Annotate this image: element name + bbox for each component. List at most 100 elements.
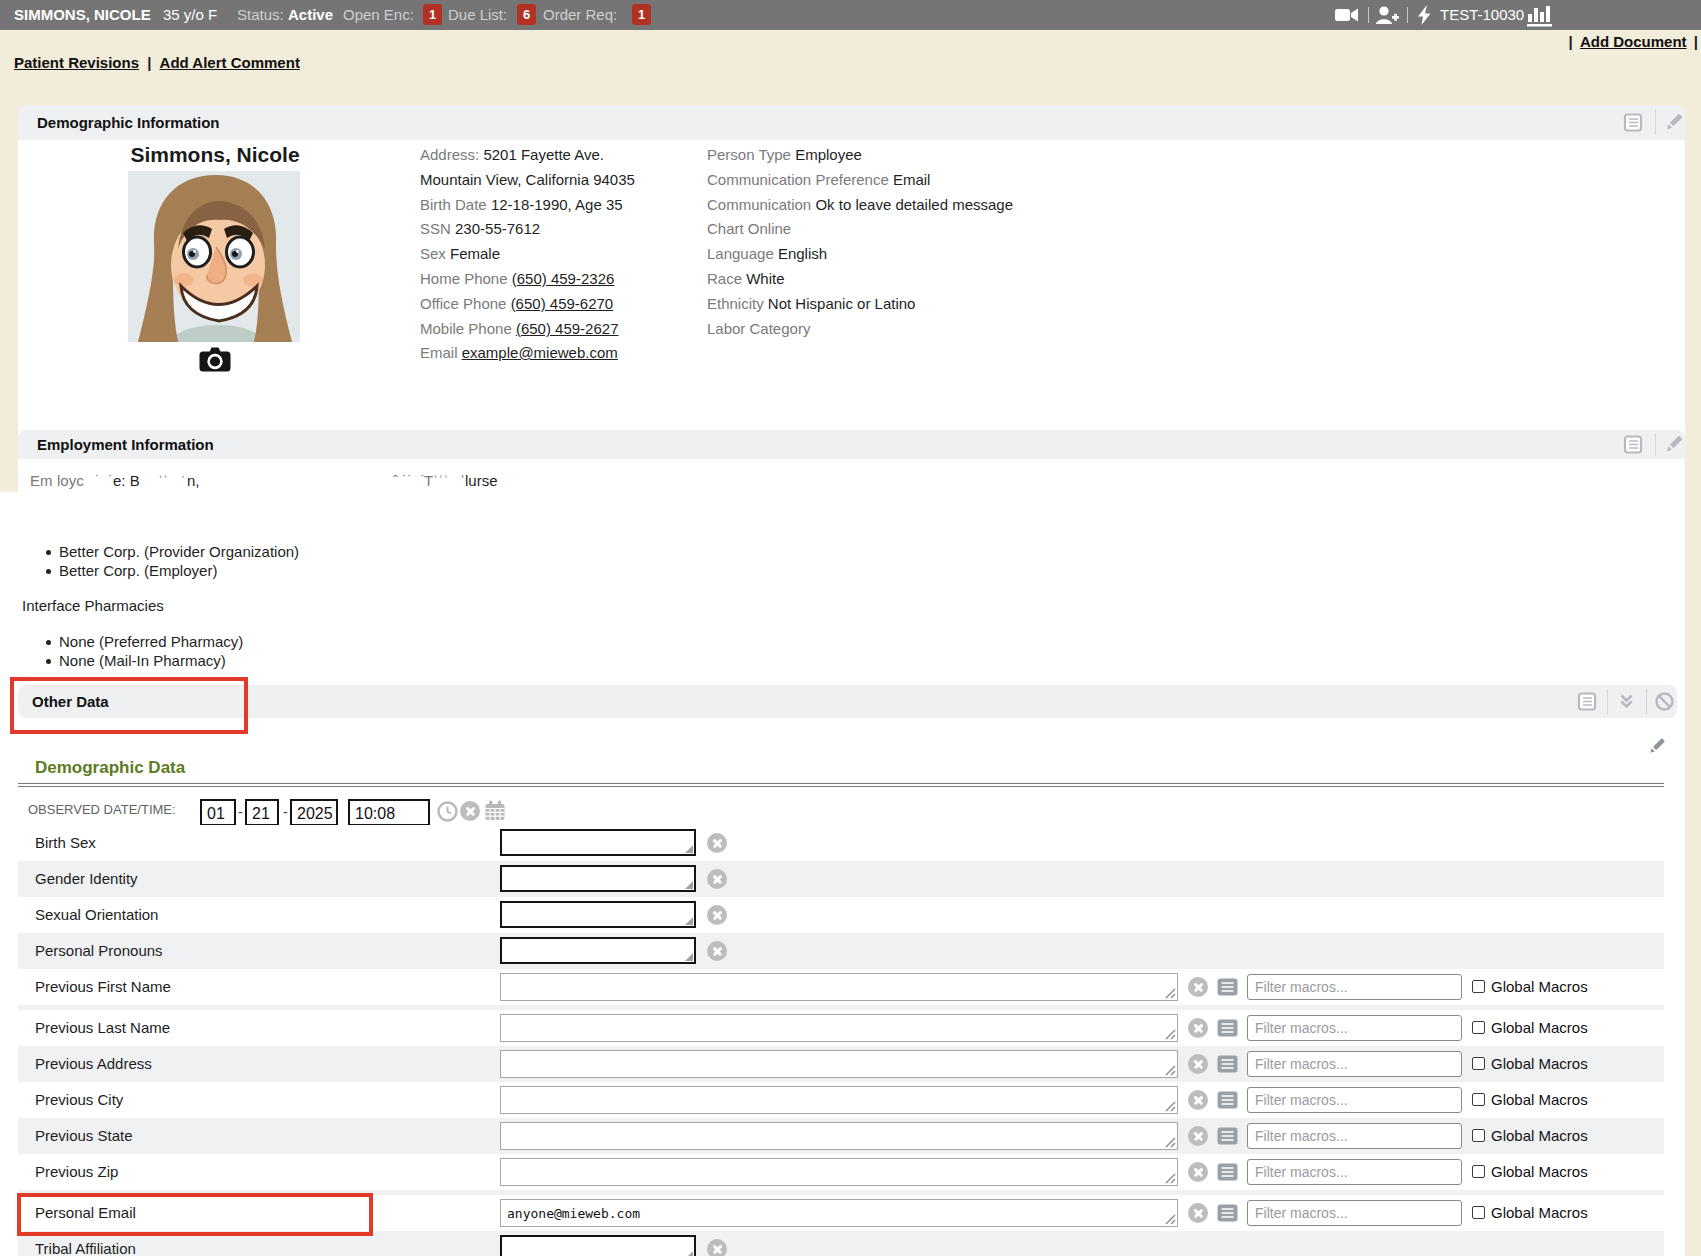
field-textarea[interactable]	[500, 973, 1178, 1001]
time-picker-icon[interactable]	[437, 801, 458, 825]
global-macros-checkbox[interactable]	[1472, 1206, 1485, 1219]
field-input[interactable]	[500, 829, 696, 856]
clear-date-icon[interactable]	[460, 801, 480, 821]
field-textarea[interactable]	[500, 1014, 1178, 1042]
employment-text-fragment: ˈʾ ˈ	[158, 472, 186, 489]
observed-time-input[interactable]: 10:08	[348, 799, 430, 826]
field-textarea[interactable]	[500, 1086, 1178, 1114]
field-input[interactable]	[500, 1235, 696, 1256]
clear-field-icon[interactable]	[1188, 1203, 1208, 1223]
interface-pharmacies-heading: Interface Pharmacies	[22, 597, 164, 614]
contact-link[interactable]: (650) 459-2326	[512, 270, 615, 287]
calendar-icon[interactable]	[484, 800, 506, 825]
field-value: Not Hispanic or Latino	[768, 295, 916, 312]
macro-list-icon[interactable]	[1217, 978, 1238, 999]
field-value: White	[746, 270, 784, 287]
open-enc-label[interactable]: Open Enc:	[343, 6, 414, 23]
field-label: Previous First Name	[35, 978, 171, 995]
clear-field-icon[interactable]	[1188, 1054, 1208, 1074]
filter-macros-input[interactable]	[1247, 1015, 1462, 1041]
video-call-icon[interactable]	[1335, 7, 1359, 26]
disable-section-icon[interactable]	[1653, 690, 1676, 716]
add-person-icon[interactable]	[1375, 5, 1399, 28]
add-document-link[interactable]: Add Document	[1580, 33, 1687, 50]
global-macros-checkbox[interactable]	[1472, 1165, 1485, 1178]
edit-pencil-icon[interactable]	[1663, 111, 1685, 136]
print-chart-icon[interactable]	[1576, 690, 1599, 716]
demographic-field: Birth Date 12-18-1990, Age 35	[420, 196, 623, 213]
macro-list-icon[interactable]	[1217, 1019, 1238, 1040]
clear-field-icon[interactable]	[707, 833, 727, 853]
form-row: Previous State Global Macros	[18, 1118, 1664, 1154]
demographic-field: Race White	[707, 270, 785, 287]
clear-field-icon[interactable]	[1188, 977, 1208, 997]
clear-field-icon[interactable]	[1188, 1126, 1208, 1146]
global-macros-checkbox[interactable]	[1472, 1093, 1485, 1106]
patient-photo[interactable]	[128, 171, 300, 342]
macro-list-icon[interactable]	[1217, 1127, 1238, 1148]
due-list-label[interactable]: Due List:	[448, 6, 507, 23]
observed-month-input[interactable]: 01	[200, 799, 236, 826]
clear-field-icon[interactable]	[1188, 1090, 1208, 1110]
field-textarea[interactable]	[500, 1050, 1178, 1078]
clear-field-icon[interactable]	[707, 905, 727, 925]
field-textarea[interactable]	[500, 1122, 1178, 1150]
pipe: |	[1569, 33, 1573, 50]
demographic-field: Office Phone (650) 459-6270	[420, 295, 613, 312]
open-enc-badge[interactable]: 1	[423, 4, 442, 25]
contact-link[interactable]: (650) 459-2627	[516, 320, 619, 337]
field-textarea[interactable]: anyone@mieweb.com	[500, 1199, 1178, 1227]
filter-macros-input[interactable]	[1247, 1123, 1462, 1149]
clear-field-icon[interactable]	[1188, 1162, 1208, 1182]
field-textarea[interactable]	[500, 1158, 1178, 1186]
due-list-badge[interactable]: 6	[517, 4, 536, 25]
clear-field-icon[interactable]	[1188, 1018, 1208, 1038]
global-macros-checkbox[interactable]	[1472, 980, 1485, 993]
demographic-field: Communication Preference Email	[707, 171, 930, 188]
clear-field-icon[interactable]	[707, 941, 727, 961]
camera-icon[interactable]	[199, 346, 231, 376]
global-macros-checkbox[interactable]	[1472, 1129, 1485, 1142]
order-req-label[interactable]: Order Req:	[543, 6, 617, 23]
field-value: 5201 Fayette Ave.	[483, 146, 604, 163]
print-chart-icon[interactable]	[1622, 433, 1645, 459]
order-req-badge[interactable]: 1	[632, 4, 651, 25]
chart-flowsheet-icon[interactable]	[1527, 4, 1553, 30]
field-label: Previous Zip	[35, 1163, 118, 1180]
clear-field-icon[interactable]	[707, 869, 727, 889]
form-row: Previous First Name Global Macros	[18, 969, 1664, 1005]
global-macros-label: Global Macros	[1491, 1163, 1588, 1180]
macro-list-icon[interactable]	[1217, 1055, 1238, 1076]
patient-revisions-link[interactable]: Patient Revisions	[14, 54, 139, 71]
clear-field-icon[interactable]	[707, 1239, 727, 1256]
field-input[interactable]	[500, 937, 696, 964]
filter-macros-input[interactable]	[1247, 1087, 1462, 1113]
contact-link[interactable]: example@mieweb.com	[462, 344, 618, 361]
edit-demographic-data-icon[interactable]	[1646, 735, 1668, 760]
contact-link[interactable]: (650) 459-6270	[511, 295, 614, 312]
field-label: Previous Last Name	[35, 1019, 170, 1036]
employment-information-header: Employment Information	[18, 430, 1685, 459]
quick-action-bolt-icon[interactable]	[1417, 5, 1432, 29]
employment-text-fragment: e: B	[113, 472, 140, 489]
filter-macros-input[interactable]	[1247, 1159, 1462, 1185]
filter-macros-input[interactable]	[1247, 1200, 1462, 1226]
filter-macros-input[interactable]	[1247, 974, 1462, 1000]
print-chart-icon[interactable]	[1622, 111, 1645, 137]
filter-macros-input[interactable]	[1247, 1051, 1462, 1077]
collapse-section-icon[interactable]	[1615, 690, 1638, 716]
observed-year-input[interactable]: 2025	[290, 799, 338, 826]
add-alert-comment-link[interactable]: Add Alert Comment	[160, 54, 300, 71]
field-input[interactable]	[500, 865, 696, 892]
highlight-box-other-data	[10, 677, 248, 734]
observed-day-input[interactable]: 21	[245, 799, 279, 826]
form-row: Sexual Orientation	[18, 897, 1664, 933]
global-macros-checkbox[interactable]	[1472, 1057, 1485, 1070]
edit-pencil-icon[interactable]	[1663, 433, 1685, 458]
macro-list-icon[interactable]	[1217, 1204, 1238, 1225]
macro-list-icon[interactable]	[1217, 1091, 1238, 1112]
field-label: Home Phone	[420, 270, 512, 287]
global-macros-checkbox[interactable]	[1472, 1021, 1485, 1034]
macro-list-icon[interactable]	[1217, 1163, 1238, 1184]
field-input[interactable]	[500, 901, 696, 928]
